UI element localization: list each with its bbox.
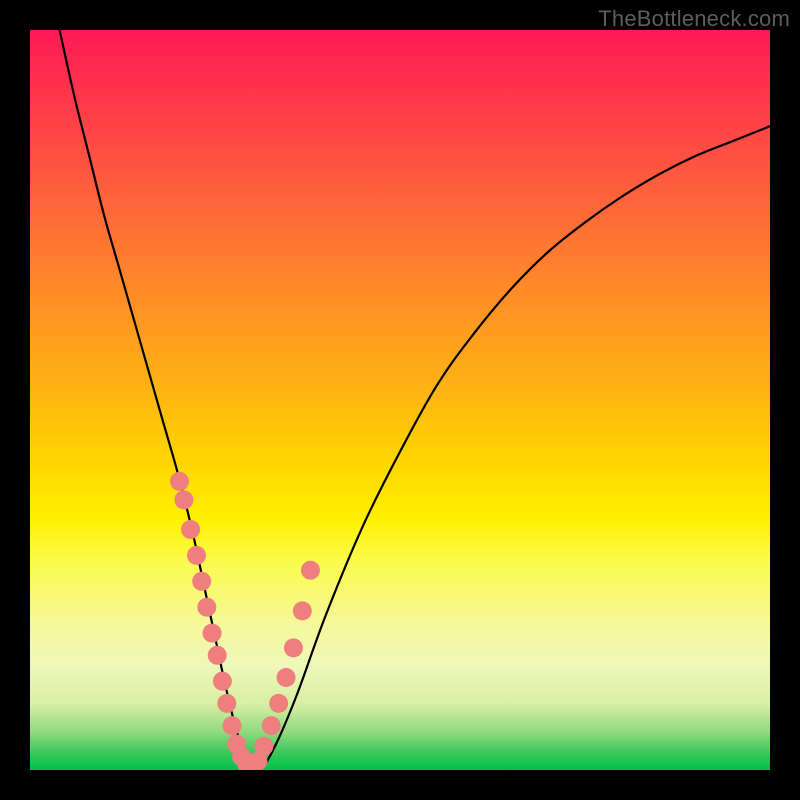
scatter-dot [254, 737, 273, 756]
scatter-dot [203, 624, 222, 643]
scatter-dot [192, 572, 211, 591]
chart-svg [30, 30, 770, 770]
scatter-dot [208, 646, 227, 665]
scatter-dot [293, 601, 312, 620]
chart-container: TheBottleneck.com [0, 0, 800, 800]
scatter-dot [301, 561, 320, 580]
scatter-dot [213, 672, 232, 691]
scatter-dot [223, 716, 242, 735]
scatter-dot [197, 598, 216, 617]
plot-area [30, 30, 770, 770]
scatter-dot [217, 694, 236, 713]
scatter-dot [269, 694, 288, 713]
scatter-dot [187, 546, 206, 565]
scatter-dot [170, 472, 189, 491]
scatter-dot [262, 716, 281, 735]
scatter-dot [284, 638, 303, 657]
scatter-dot [174, 490, 193, 509]
scatter-dot [277, 668, 296, 687]
scatter-dot [181, 520, 200, 539]
scatter-dots [170, 472, 320, 770]
watermark-text: TheBottleneck.com [598, 6, 790, 32]
main-curve [60, 30, 770, 770]
